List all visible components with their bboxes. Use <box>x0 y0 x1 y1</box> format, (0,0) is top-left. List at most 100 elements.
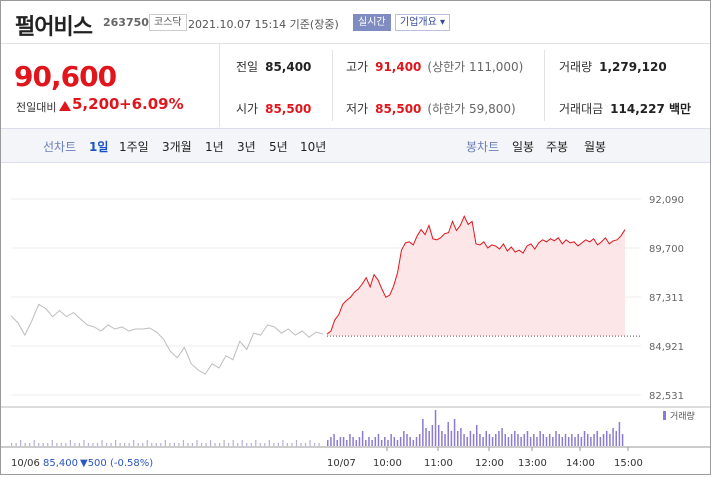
volume-bar <box>169 443 171 446</box>
volume-bar <box>300 443 302 446</box>
volume-bar <box>173 443 175 446</box>
volume-bar <box>237 443 239 446</box>
volume-bar <box>526 431 529 446</box>
volume-bar <box>441 431 443 446</box>
volume-bar <box>182 440 185 446</box>
x-label: 15:00 <box>614 458 643 469</box>
volume-bar <box>583 431 586 446</box>
volume-bar <box>422 419 424 446</box>
tab-monthly-candle[interactable]: 월봉 <box>584 138 606 155</box>
stock-header: 펄어비스 263750 코스닥 2021.10.07 15:14 기준(장중) … <box>1 1 710 44</box>
volume-bar <box>456 431 459 446</box>
volume-bar <box>29 443 31 446</box>
volume-bar <box>196 440 198 446</box>
tab-3-months[interactable]: 3개월 <box>162 138 192 155</box>
tab-daily-candle[interactable]: 일봉 <box>512 138 534 155</box>
y-tick-label: 92,090 <box>649 195 684 206</box>
volume-bar <box>24 443 26 446</box>
stat-label: 시가 <box>236 102 259 116</box>
volume-bar <box>399 437 402 446</box>
stock-name[interactable]: 펄어비스 <box>15 9 93 41</box>
tab-5-years[interactable]: 5년 <box>269 138 288 155</box>
volume-bar <box>124 443 126 446</box>
volume-bar <box>453 419 456 446</box>
volume-bar <box>542 434 545 446</box>
up-triangle-icon <box>59 101 71 111</box>
volume-bar <box>596 431 598 446</box>
stat-value: 91,400 <box>375 60 422 74</box>
volume-bar <box>191 443 194 446</box>
upper-limit-value: 111,000) <box>469 60 524 74</box>
volume-bar <box>339 437 342 446</box>
volume-bar <box>390 434 392 446</box>
tab-weekly-candle[interactable]: 주봉 <box>546 138 568 155</box>
divider <box>544 50 545 121</box>
y-tick-label: 89,700 <box>649 244 684 255</box>
y-tick-label: 84,921 <box>649 342 684 353</box>
volume-bar <box>447 422 449 446</box>
volume-bar <box>437 425 440 446</box>
x-label: 11:00 <box>424 458 453 469</box>
quote-datetime: 2021.10.07 15:14 기준(장중) <box>188 18 339 31</box>
volume-bar <box>418 434 421 446</box>
volume-bar <box>142 443 144 446</box>
tab-1-year[interactable]: 1년 <box>205 138 224 155</box>
stat-value: 114,227 백만 <box>610 102 692 116</box>
stat-value: 85,400 <box>265 60 312 74</box>
volume-bar <box>160 443 162 446</box>
x-label: 14:00 <box>566 458 595 469</box>
volume-bar <box>342 437 345 446</box>
chart-canvas: 92,090 89,700 87,311 84,921 82,531 10/07 10:0… <box>1 195 710 469</box>
tab-1-week[interactable]: 1주일 <box>119 138 149 155</box>
volume-bar <box>146 440 148 446</box>
y-tick-label: 82,531 <box>649 391 684 402</box>
intraday-chart[interactable]: 92,090 89,700 87,311 84,921 82,531 10/07 10:0… <box>1 163 710 474</box>
volume-bar <box>621 434 624 446</box>
x-axis-labels: 10/07 10:00 11:00 12:00 13:00 14:00 15:00 <box>327 447 643 469</box>
volume-bar <box>463 434 465 446</box>
volume-bar <box>434 410 437 446</box>
volume-bar <box>469 431 472 446</box>
volume-bar <box>223 440 225 446</box>
volume-bar <box>33 440 35 446</box>
volume-bar <box>548 434 551 446</box>
stat-prev-close: 전일 85,400 <box>236 58 311 75</box>
volume-bar <box>501 428 503 446</box>
stats-panel: 전일 85,400 고가 91,400 (상한가 111,000) 거래량 1,279,… <box>220 44 710 127</box>
tab-1-day[interactable]: 1일 <box>89 138 108 155</box>
volume-bar <box>268 440 270 446</box>
volume-bar <box>615 431 617 446</box>
volume-bar <box>295 440 298 446</box>
volume-bar <box>387 440 389 446</box>
volume-bar <box>574 437 576 446</box>
volume-bar <box>590 437 592 446</box>
volume-bar <box>313 443 316 446</box>
volume-bar <box>119 443 121 446</box>
stat-value: 85,500 <box>375 102 422 116</box>
volume-bar <box>133 440 135 446</box>
volume-bar <box>482 437 484 446</box>
volume-bar <box>137 443 139 446</box>
volume-bar <box>371 440 373 446</box>
volume-bar <box>358 437 361 446</box>
company-info-dropdown[interactable]: 기업개요 ▾ <box>395 14 450 31</box>
volume-bar <box>92 443 94 446</box>
volume-bar <box>291 443 293 446</box>
tab-3-years[interactable]: 3년 <box>237 138 256 155</box>
volume-bar <box>101 440 103 446</box>
stat-value: 85,500 <box>265 102 312 116</box>
tab-10-years[interactable]: 10년 <box>300 138 326 155</box>
volume-bar <box>403 431 405 446</box>
volume-bar <box>466 437 468 446</box>
footer-change-pct: (-0.58%) <box>110 458 153 469</box>
change-percent: +6.09% <box>119 95 184 113</box>
realtime-button[interactable]: 실시간 <box>353 14 391 31</box>
market-badge: 코스닥 <box>149 14 187 31</box>
volume-bar <box>428 431 430 446</box>
stat-volume: 거래량 1,279,120 <box>559 58 667 75</box>
volume-bar <box>361 431 364 446</box>
volume-bar <box>612 428 614 446</box>
volume-bar <box>83 440 85 446</box>
volume-bar <box>110 443 112 446</box>
stat-label: 고가 <box>346 60 369 74</box>
